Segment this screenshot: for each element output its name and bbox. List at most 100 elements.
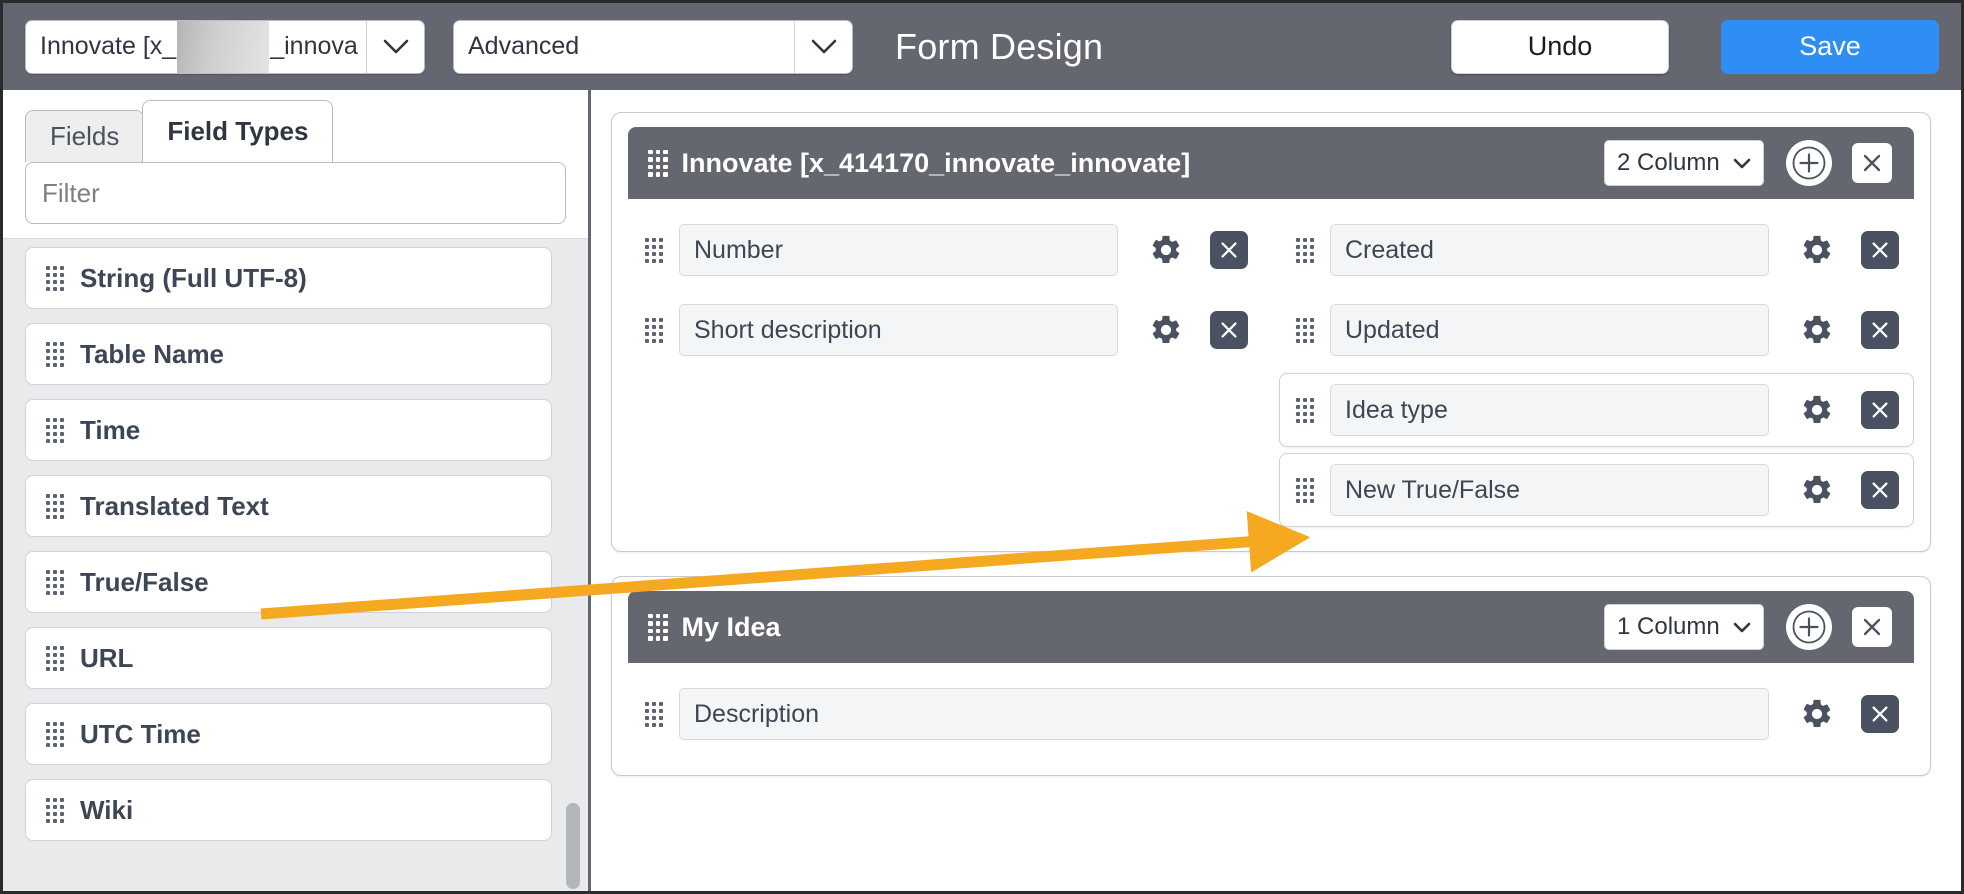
field-type-item[interactable]: String (Full UTF-8) [25, 247, 552, 309]
column-layout-select[interactable]: 1 Column [1604, 604, 1764, 650]
drag-handle-icon[interactable] [645, 317, 663, 343]
field-type-item[interactable]: Wiki [25, 779, 552, 841]
drag-handle-icon[interactable] [46, 265, 64, 291]
field-type-list-inner: String (Full UTF-8) Table Name Time Transla… [3, 239, 588, 841]
chevron-down-icon [1733, 149, 1751, 177]
remove-field-icon[interactable] [1861, 391, 1899, 429]
chevron-down-icon[interactable] [366, 20, 424, 73]
close-icon[interactable] [1852, 143, 1892, 183]
gear-icon[interactable] [1144, 228, 1188, 272]
field-type-label: Time [80, 414, 141, 445]
remove-field-icon[interactable] [1861, 231, 1899, 269]
field-column: Created Updated Idea type New True/False [1279, 213, 1914, 533]
field-type-list: String (Full UTF-8) Table Name Time Transla… [3, 238, 588, 891]
tab-field-types[interactable]: Field Types [142, 100, 334, 162]
remove-field-icon[interactable] [1210, 231, 1248, 269]
filter-input[interactable] [25, 162, 566, 224]
form-field-row[interactable]: Number [628, 213, 1263, 287]
drag-handle-icon[interactable] [46, 645, 64, 671]
field-label-input[interactable]: Updated [1330, 304, 1769, 356]
filter-wrap [3, 162, 588, 224]
app-window: Innovate [x_ _innova Advanced Form Desig… [0, 0, 1964, 894]
gear-icon[interactable] [1795, 228, 1839, 272]
column-layout-value: 2 Column [1617, 149, 1720, 176]
gear-icon[interactable] [1144, 308, 1188, 352]
field-type-label: True/False [80, 566, 209, 597]
drag-handle-icon[interactable] [1296, 237, 1314, 263]
drag-handle-icon[interactable] [46, 569, 64, 595]
view-select[interactable]: Advanced [453, 19, 853, 74]
table-select[interactable]: Innovate [x_ _innova [25, 19, 425, 74]
scrollbar-thumb[interactable] [566, 803, 580, 889]
form-field-row[interactable]: Created [1279, 213, 1914, 287]
drag-handle-icon[interactable] [1296, 317, 1314, 343]
drag-handle-icon[interactable] [645, 237, 663, 263]
field-type-item[interactable]: Table Name [25, 323, 552, 385]
save-button[interactable]: Save [1721, 19, 1939, 74]
field-type-item[interactable]: Time [25, 399, 552, 461]
column-layout-value: 1 Column [1617, 613, 1720, 640]
section-title: My Idea [681, 611, 781, 642]
field-type-item[interactable]: True/False [25, 551, 552, 613]
form-field-row[interactable]: Idea type [1279, 373, 1914, 447]
form-field-row[interactable]: Description [628, 677, 1914, 751]
field-type-item[interactable]: UTC Time [25, 703, 552, 765]
form-field-row[interactable]: New True/False [1279, 453, 1914, 527]
drag-handle-icon[interactable] [46, 721, 64, 747]
drag-handle-icon[interactable] [648, 613, 668, 641]
field-type-label: Table Name [80, 338, 225, 369]
drag-handle-icon[interactable] [46, 493, 64, 519]
column-layout-select[interactable]: 2 Column [1604, 140, 1764, 186]
drag-handle-icon[interactable] [1296, 477, 1314, 503]
drag-handle-icon[interactable] [1296, 397, 1314, 423]
field-palette-panel: Fields Field Types String (Full UTF-8) Ta… [3, 90, 591, 891]
drag-handle-icon[interactable] [46, 797, 64, 823]
gear-icon[interactable] [1795, 308, 1839, 352]
table-select-value: Innovate [x_ _innova [26, 20, 366, 73]
field-type-label: Wiki [80, 794, 134, 825]
field-label-input[interactable]: Created [1330, 224, 1769, 276]
undo-button[interactable]: Undo [1451, 19, 1669, 74]
palette-scrollbar[interactable] [566, 239, 580, 891]
section-body: Description [612, 663, 1930, 775]
field-label-input[interactable]: New True/False [1330, 464, 1769, 516]
drag-handle-icon[interactable] [46, 341, 64, 367]
remove-field-icon[interactable] [1210, 311, 1248, 349]
drag-handle-icon[interactable] [648, 149, 668, 177]
field-type-label: URL [80, 642, 134, 673]
drag-handle-icon[interactable] [46, 417, 64, 443]
drag-handle-icon[interactable] [645, 701, 663, 727]
field-type-label: Translated Text [80, 490, 269, 521]
plus-circle-icon[interactable] [1786, 604, 1832, 650]
chevron-down-icon[interactable] [794, 20, 852, 73]
gear-icon[interactable] [1795, 468, 1839, 512]
field-label-input[interactable]: Idea type [1330, 384, 1769, 436]
field-column: Description [628, 677, 1914, 757]
form-section: My Idea 1 Column Description [611, 576, 1931, 776]
field-type-label: String (Full UTF-8) [80, 262, 307, 293]
field-label-input[interactable]: Number [679, 224, 1118, 276]
section-header: Innovate [x_414170_innovate_innovate] 2 C… [628, 127, 1914, 199]
field-label-input[interactable]: Short description [679, 304, 1118, 356]
main-body: Fields Field Types String (Full UTF-8) Ta… [3, 90, 1961, 891]
form-field-row[interactable]: Short description [628, 293, 1263, 367]
table-select-suffix: _innova [270, 32, 358, 60]
gear-icon[interactable] [1795, 388, 1839, 432]
remove-field-icon[interactable] [1861, 695, 1899, 733]
form-field-row[interactable]: Updated [1279, 293, 1914, 367]
table-select-prefix: Innovate [x_ [40, 32, 177, 60]
remove-field-icon[interactable] [1861, 471, 1899, 509]
tab-fields[interactable]: Fields [25, 110, 145, 162]
redaction-block [177, 20, 270, 73]
palette-tabs: Fields Field Types [3, 90, 588, 162]
field-type-item[interactable]: Translated Text [25, 475, 552, 537]
plus-circle-icon[interactable] [1786, 140, 1832, 186]
chevron-down-icon [1733, 613, 1751, 641]
field-type-item[interactable]: URL [25, 627, 552, 689]
field-label-input[interactable]: Description [679, 688, 1769, 740]
remove-field-icon[interactable] [1861, 311, 1899, 349]
field-column: Number Short description [628, 213, 1263, 533]
close-icon[interactable] [1852, 607, 1892, 647]
gear-icon[interactable] [1795, 692, 1839, 736]
section-title: Innovate [x_414170_innovate_innovate] [681, 147, 1191, 178]
